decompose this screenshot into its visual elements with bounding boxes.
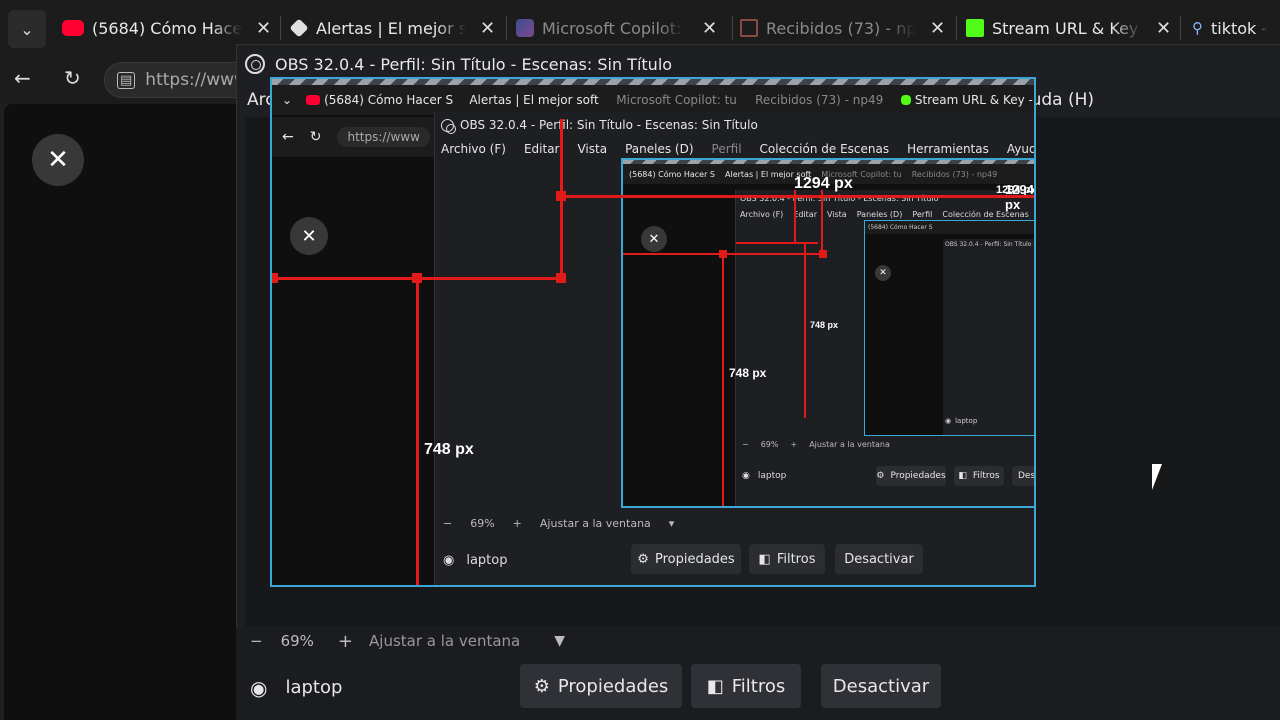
nested-tab: Alertas | El mejor soft✕: [469, 93, 599, 107]
nested-captured-source-2: (5684) Cómo Hacer S Alertas | El mejor s…: [621, 158, 1034, 508]
zoom-level: 69%: [280, 632, 314, 650]
close-tab-icon[interactable]: ✕: [930, 18, 945, 39]
search-icon: ⚲: [1192, 19, 1203, 37]
nested-zoom-bar: − 69% + Ajustar a la ventana ▾: [443, 516, 675, 530]
tab-alertas[interactable]: Alertas | El mejor soft ✕: [290, 12, 498, 44]
tab-separator: [1180, 16, 1181, 40]
back-arrow-icon: ←: [282, 129, 294, 145]
bounding-handle: [556, 191, 566, 201]
deactivate-button[interactable]: Desactivar: [821, 664, 941, 708]
streamelements-icon: [290, 18, 309, 38]
width-line: [560, 195, 1034, 198]
close-tab-icon[interactable]: ✕: [1156, 18, 1171, 39]
back-arrow-icon[interactable]: ←: [14, 66, 31, 90]
nested-obs-title: OBS 32.0.4 - Perfil: Sin Título - Escena…: [441, 118, 758, 134]
zoom-in-button[interactable]: +: [338, 631, 353, 652]
tab-youtube[interactable]: (5684) Cómo Hacer S ✕: [62, 12, 272, 44]
chevron-down-icon: ⌄: [20, 19, 34, 39]
nested-tab: Recibidos (73) - np49✕: [755, 93, 884, 107]
tab-title: Stream URL & Key - K: [992, 18, 1142, 38]
tab-separator: [956, 16, 957, 40]
nested-tab: Stream URL & Key - K: [900, 93, 1034, 107]
nested-source-bar: ◉ laptop ⚙ Propiedades ◧ Filtros Desactiva…: [435, 536, 1034, 584]
width-dimension-label: 1294 px: [794, 175, 853, 192]
height-line: [416, 277, 419, 585]
youtube-icon: [306, 95, 321, 105]
camera-icon: ◉: [945, 417, 952, 425]
tab-tiktok-search[interactable]: ⚲ tiktok -: [1192, 12, 1280, 44]
tab-title: Recibidos (73) - np49: [766, 18, 916, 38]
chevron-down-icon: ⌄: [282, 93, 293, 107]
tab-title: Microsoft Copilot: tu: [542, 18, 688, 38]
kick-icon: [900, 95, 911, 105]
tab-title: (5684) Cómo Hacer S: [92, 18, 242, 38]
close-tab-icon[interactable]: ✕: [256, 18, 271, 39]
nested-tab: Microsoft Copilot: tu✕: [616, 93, 741, 107]
filter-icon: ◧: [706, 675, 724, 697]
nested-tab-bar: ⌄ (5684) Cómo Hacer S✕ Alertas | El mejo…: [272, 85, 1034, 115]
zoom-out-button[interactable]: −: [250, 632, 263, 650]
filter-icon: ◧: [758, 551, 771, 567]
reload-icon[interactable]: ↻: [64, 66, 81, 90]
close-tab-icon[interactable]: ✕: [480, 18, 495, 39]
obs-window-title: OBS 32.0.4 - Perfil: Sin Título - Escena…: [275, 54, 673, 74]
close-tab-icon[interactable]: ✕: [702, 18, 717, 39]
obs-logo-icon: [245, 54, 265, 74]
kick-icon: [966, 19, 984, 37]
tab-separator: [506, 16, 507, 40]
tab-title: tiktok -: [1211, 18, 1268, 38]
chevron-down-icon: ▾: [668, 516, 675, 530]
chevron-down-icon[interactable]: ▼: [554, 633, 565, 649]
filters-button[interactable]: ◧ Filtros: [691, 664, 801, 708]
tab-copilot[interactable]: Microsoft Copilot: tu ✕: [516, 12, 724, 44]
mouse-cursor: [1152, 464, 1162, 490]
camera-icon: ◉: [443, 552, 455, 568]
nested-nav-bar: ← ↻ https://www: [272, 117, 436, 157]
tab-gmail[interactable]: Recibidos (73) - np49 ✕: [740, 12, 948, 44]
properties-button[interactable]: ⚙ Propiedades: [520, 664, 682, 708]
gear-icon: ⚙: [533, 675, 550, 697]
tab-separator: [280, 16, 281, 40]
source-name: laptop: [285, 677, 343, 698]
site-info-icon[interactable]: ▤: [117, 71, 136, 89]
obs-zoom-bar: − 69% + Ajustar a la ventana ▼: [236, 628, 1280, 654]
copilot-icon: [516, 19, 534, 37]
tab-title: Alertas | El mejor soft: [316, 18, 466, 38]
close-icon: ✕: [641, 226, 667, 252]
tab-list-dropdown-button[interactable]: ⌄: [8, 10, 46, 48]
nested-tab: (5684) Cómo Hacer S✕: [306, 93, 455, 107]
reload-icon: ↻: [309, 129, 322, 145]
captured-source-preview[interactable]: ⌄ (5684) Cómo Hacer S✕ Alertas | El mejo…: [270, 77, 1036, 587]
obs-logo-icon: [441, 118, 456, 134]
youtube-icon: [62, 20, 84, 36]
camera-icon: ◉: [250, 675, 268, 700]
gear-icon: ⚙: [637, 551, 649, 567]
close-icon[interactable]: ✕: [32, 134, 84, 186]
nested-obs-window: OBS 32.0.4 - Perfil: Sin Título - Escena…: [434, 112, 1036, 585]
gear-icon: ⚙: [876, 471, 885, 481]
close-icon: ✕: [290, 217, 328, 255]
tab-separator: [732, 16, 733, 40]
web-page-left-area: [4, 104, 236, 720]
height-dimension-label: 748 px: [424, 441, 474, 458]
fit-to-window-label[interactable]: Ajustar a la ventana: [369, 632, 520, 650]
filter-icon: ◧: [958, 471, 967, 481]
gmail-icon: [740, 19, 758, 37]
nested-url: https://www: [337, 127, 430, 147]
nested-obs-menu: Archivo (F) Editar Vista Paneles (D) Per…: [441, 142, 1036, 156]
camera-icon: ◉: [742, 471, 750, 481]
tab-kick[interactable]: Stream URL & Key - K ✕: [966, 12, 1172, 44]
url-text: https://www: [145, 70, 248, 90]
